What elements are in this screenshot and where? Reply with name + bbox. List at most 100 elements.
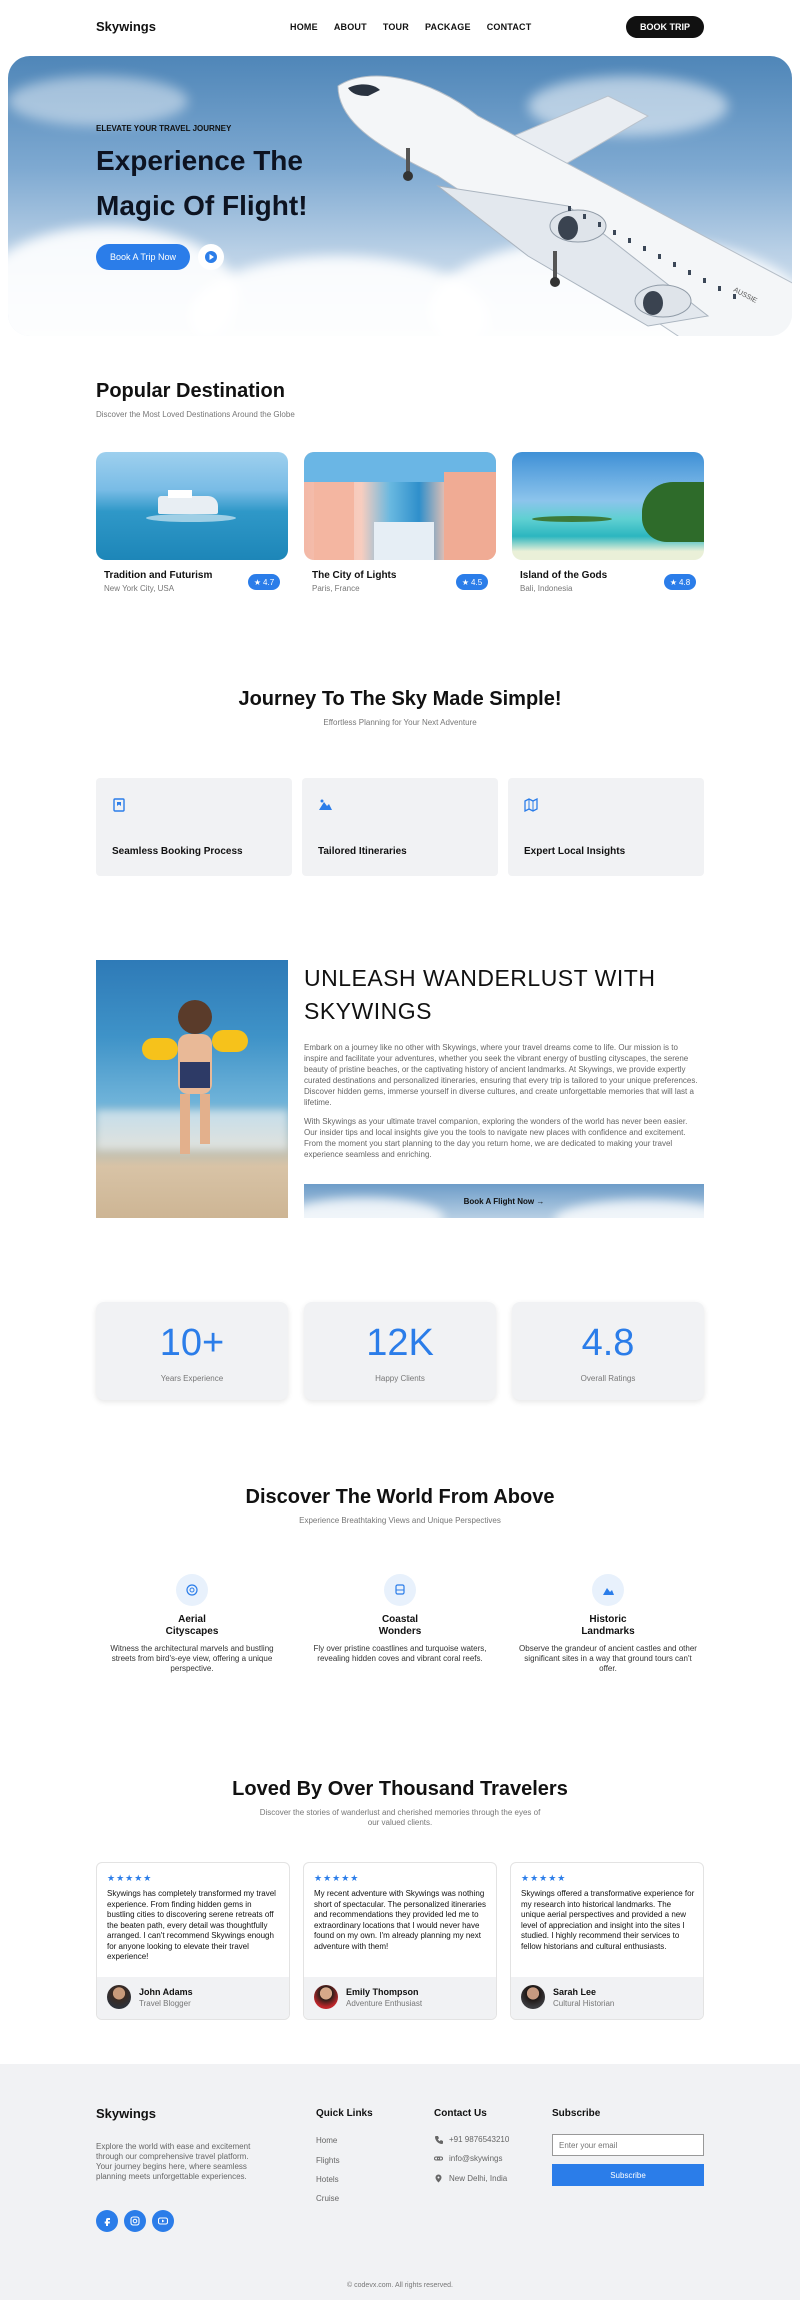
star-rating-icons: ★★★★★ — [521, 1873, 567, 1883]
cloud-shape — [554, 1200, 704, 1218]
boat-cabin-shape — [168, 490, 192, 498]
book-a-flight-button[interactable]: Book A Flight Now → — [304, 1184, 704, 1218]
stat-label: Happy Clients — [375, 1374, 425, 1383]
hero-banner: AUSSIE ELEVATE YOUR TRAVEL JOURNEY Exper… — [8, 56, 792, 336]
footer-link-hotels[interactable]: Hotels — [316, 2175, 339, 2184]
avatar — [521, 1985, 545, 2009]
testimonial-text: My recent adventure with Skywings was no… — [314, 1889, 486, 1951]
star-icon: ★ — [253, 577, 262, 587]
rating-badge: ★ 4.7 — [248, 574, 280, 590]
discover-item: Aerial Cityscapes Witness the architectur… — [102, 1574, 282, 1674]
author-name: Sarah Lee — [553, 1987, 597, 1997]
map-icon — [524, 798, 538, 812]
wanderlust-paragraph: Embark on a journey like no other with S… — [304, 1043, 698, 1107]
phone-icon — [435, 2136, 443, 2144]
boat-wake-shape — [146, 514, 236, 522]
testimonial-author: Sarah Lee Cultural Historian — [511, 1977, 703, 2019]
destination-card[interactable]: Tradition and Futurism New York City, US… — [96, 452, 288, 606]
feature-label: Seamless Booking Process — [112, 846, 243, 857]
author-name: Emily Thompson — [346, 1987, 419, 1997]
contact-heading: Contact Us — [434, 2108, 487, 2119]
feature-itineraries: Tailored Itineraries — [302, 778, 498, 876]
destination-location: Paris, France — [312, 584, 360, 593]
title-line: Wonders — [378, 1626, 422, 1637]
youtube-icon — [158, 2217, 168, 2225]
discover-item-title: Coastal Wonders — [310, 1614, 490, 1638]
author-role: Travel Blogger — [139, 1999, 191, 2008]
testimonial-text: Skywings offered a transformative experi… — [521, 1889, 695, 1951]
testimonial-card: ★★★★★ Skywings has completely transforme… — [96, 1862, 290, 2020]
armband-shape — [142, 1038, 178, 1060]
nav-package[interactable]: PACKAGE — [425, 22, 471, 32]
destination-card[interactable]: Island of the Gods Bali, Indonesia ★ 4.8 — [512, 452, 704, 606]
footer-logo[interactable]: Skywings — [96, 2106, 156, 2121]
nav-tour[interactable]: TOUR — [383, 22, 409, 32]
footer-link-cruise[interactable]: Cruise — [316, 2194, 339, 2203]
feature-booking: Seamless Booking Process — [96, 778, 292, 876]
feature-label: Expert Local Insights — [524, 846, 626, 857]
building-shape — [444, 472, 496, 560]
avatar — [314, 1985, 338, 2009]
destination-name: The City of Lights — [312, 570, 397, 581]
book-a-trip-button[interactable]: Book A Trip Now — [96, 244, 190, 270]
email-subscribe-input[interactable] — [552, 2134, 704, 2156]
rating-badge: ★ 4.5 — [456, 574, 488, 590]
hero-title-line: Experience The — [96, 145, 303, 176]
phone-number: +91 9876543210 — [449, 2135, 510, 2144]
instagram-button[interactable] — [124, 2210, 146, 2232]
rating-badge: ★ 4.8 — [664, 574, 696, 590]
discover-item: Coastal Wonders Fly over pristine coastli… — [310, 1574, 490, 1664]
stat-label: Years Experience — [160, 1374, 224, 1383]
book-trip-button[interactable]: BOOK TRIP — [626, 16, 704, 38]
nav-home[interactable]: HOME — [290, 22, 318, 32]
destination-image-paris — [304, 452, 496, 560]
stat-card: 12K Happy Clients — [304, 1302, 496, 1400]
bus-icon — [384, 1574, 416, 1606]
footer-link-home[interactable]: Home — [316, 2136, 337, 2145]
testimonial-author: Emily Thompson Adventure Enthusiast — [304, 1977, 496, 2019]
footer-description: Explore the world with ease and exciteme… — [96, 2142, 251, 2181]
discover-item-title: Historic Landmarks — [518, 1614, 698, 1638]
wanderlust-title-line: UNLEASH WANDERLUST WITH — [304, 965, 656, 991]
footer-link-flights[interactable]: Flights — [316, 2156, 340, 2165]
contact-phone[interactable]: +91 9876543210 — [434, 2135, 509, 2144]
feature-insights: Expert Local Insights — [508, 778, 704, 876]
girl-head-shape — [178, 1000, 212, 1034]
leg-shape — [200, 1094, 210, 1144]
popular-subtitle: Discover the Most Loved Destinations Aro… — [96, 410, 295, 419]
destination-card[interactable]: The City of Lights Paris, France ★ 4.5 — [304, 452, 496, 606]
nav-contact[interactable]: CONTACT — [487, 22, 532, 32]
subscribe-button[interactable]: Subscribe — [552, 2164, 704, 2186]
aperture-icon — [176, 1574, 208, 1606]
stat-value: 12K — [366, 1322, 434, 1364]
top-navbar: Skywings HOME ABOUT TOUR PACKAGE CONTACT… — [0, 0, 800, 54]
copyright-text: © codevx.com. All rights reserved. — [347, 2282, 453, 2289]
contact-email[interactable]: info@skywings — [434, 2154, 502, 2163]
brand-logo[interactable]: Skywings — [96, 19, 156, 34]
wave-shape — [96, 1110, 288, 1150]
wanderlust-paragraph: With Skywings as your ultimate travel co… — [304, 1117, 688, 1159]
author-name: John Adams — [139, 1987, 193, 1997]
link-icon — [434, 2156, 443, 2161]
landmark-icon — [592, 1574, 624, 1606]
subtitle-line: Discover the stories of wanderlust and c… — [259, 1808, 541, 1817]
play-video-button[interactable] — [198, 244, 224, 270]
destination-location: New York City, USA — [104, 584, 175, 593]
author-role: Adventure Enthusiast — [346, 1999, 423, 2008]
facebook-button[interactable] — [96, 2210, 118, 2232]
testimonial-author: John Adams Travel Blogger — [97, 1977, 289, 2019]
rating-value: 4.5 — [471, 577, 483, 587]
hero-eyebrow: ELEVATE YOUR TRAVEL JOURNEY — [96, 124, 232, 133]
destination-location: Bali, Indonesia — [520, 584, 573, 593]
youtube-button[interactable] — [152, 2210, 174, 2232]
nav-about[interactable]: ABOUT — [334, 22, 367, 32]
title-line: Historic — [589, 1614, 627, 1625]
testimonial-card: ★★★★★ My recent adventure with Skywings … — [303, 1862, 497, 2020]
discover-subtitle: Experience Breathtaking Views and Unique… — [299, 1516, 501, 1525]
title-line: Cityscapes — [165, 1626, 219, 1637]
popular-title: Popular Destination — [96, 380, 285, 402]
stat-label: Overall Ratings — [580, 1374, 636, 1383]
rating-value: 4.7 — [263, 577, 275, 587]
testimonial-text: Skywings has completely transformed my t… — [107, 1889, 276, 1961]
destination-image-ny — [96, 452, 288, 560]
